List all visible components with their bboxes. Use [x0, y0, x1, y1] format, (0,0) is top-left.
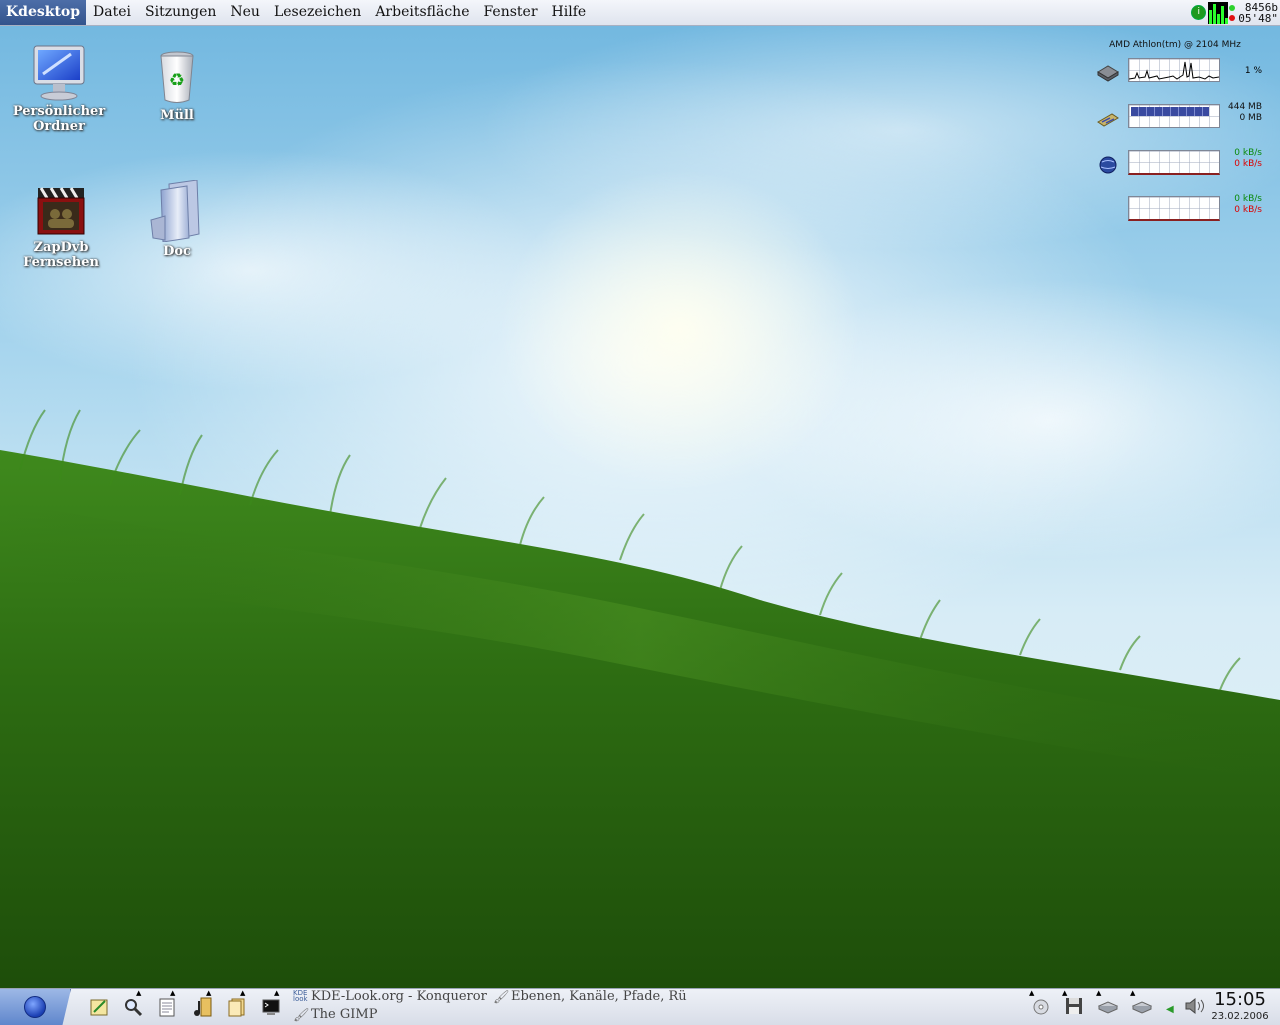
drawing-icon [90, 999, 108, 1016]
bottom-panel: ▲ ▲ ▲ ▲ ▲ KDE look KDE-Look.org - Konquero… [0, 988, 1280, 1025]
music-icon [194, 997, 212, 1017]
desktop-icon-label: Müll [160, 108, 194, 123]
clock-time: 15:05 [1214, 989, 1266, 1010]
desktop-icon-label: Fernsehen [23, 255, 99, 270]
cdrom-icon [1033, 999, 1049, 1015]
desktop-icon-doc[interactable]: Doc [127, 180, 227, 259]
arrow-left-icon: ◀ [1166, 1004, 1174, 1015]
arrow-up-icon: ▲ [206, 989, 212, 997]
clock[interactable]: 15:05 23.02.2006 [1208, 989, 1272, 1023]
notepad-icon [159, 998, 175, 1017]
tray-floppy[interactable]: ▲ [1062, 989, 1084, 1015]
status-dots-icon [1228, 2, 1236, 24]
arrow-up-icon: ▲ [170, 989, 176, 997]
cpu-chip-icon [1097, 65, 1119, 82]
menu-arbeitsflaeche[interactable]: Arbeitsfläche [368, 0, 476, 25]
arrow-up-icon: ▲ [136, 989, 142, 997]
menu-sitzungen[interactable]: Sitzungen [138, 0, 223, 25]
menu-fenster[interactable]: Fenster [476, 0, 544, 25]
trash-icon: ♻ [160, 51, 194, 103]
gimp-icon: 🖌 [293, 1008, 310, 1022]
tray-volume[interactable] [1184, 997, 1204, 1015]
quicklaunch-files[interactable]: ▲ [227, 989, 247, 1017]
gimp-icon: 🖌 [493, 990, 510, 1004]
menu-lesezeichen[interactable]: Lesezeichen [267, 0, 368, 25]
memory-values: 444 MB 0 MB [1228, 102, 1262, 123]
arrow-up-icon: ▲ [274, 989, 280, 997]
menu-hilfe[interactable]: Hilfe [545, 0, 594, 25]
network-monitor-2: 0 kB/s 0 kB/s [1090, 194, 1270, 240]
tray-collapse[interactable]: ◀ [1166, 997, 1178, 1015]
arrow-up-icon: ▲ [240, 989, 246, 997]
desktop-icon-label: Doc [163, 244, 191, 259]
network-graph-2 [1128, 196, 1220, 221]
desktop-icon-home[interactable]: Persönlicher Ordner [9, 44, 109, 134]
harddisk-icon [1131, 1001, 1153, 1014]
quicklaunch-editor[interactable] [90, 997, 110, 1017]
desktop-icon-zapdvb[interactable]: ZapDvb Fernsehen [11, 186, 111, 270]
wallpaper-grass [0, 409, 1280, 1024]
memory-graph [1128, 104, 1220, 128]
memory-monitor: 444 MB 0 MB [1090, 102, 1270, 148]
cpu-title: AMD Athlon(tm) @ 2104 MHz [1109, 40, 1241, 50]
menu-bar: Kdesktop Datei Sitzungen Neu Lesezeichen… [0, 0, 1280, 26]
kde-look-icon: KDE look [293, 989, 308, 1003]
desktop-icon-label: Ordner [33, 119, 85, 134]
quicklaunch-music[interactable]: ▲ [193, 989, 213, 1017]
arrow-up-icon: ▲ [1062, 989, 1068, 997]
tray-harddisk-2[interactable]: ▲ [1130, 989, 1153, 1015]
globe-icon [1099, 156, 1117, 174]
cpu-value: 1 % [1244, 66, 1262, 76]
network-graph-1 [1128, 150, 1220, 175]
quicklaunch-notes[interactable]: ▲ [157, 989, 177, 1017]
network-meter-icon[interactable] [1208, 1, 1229, 24]
harddisk-icon [1097, 1001, 1119, 1014]
task-gimp-layers[interactable]: 🖌Ebenen, Kanäle, Pfade, Rü [493, 989, 688, 1004]
floppy-icon [1066, 998, 1082, 1014]
clock-date: 23.02.2006 [1211, 1011, 1269, 1022]
tray-disc[interactable]: ▲ [1029, 989, 1051, 1015]
documents-icon [228, 998, 245, 1017]
quicklaunch-search[interactable]: ▲ [123, 989, 143, 1017]
network-values-1: 0 kB/s 0 kB/s [1234, 148, 1262, 169]
tray-counter: 8456b 05'48" [1238, 0, 1278, 25]
system-monitor: AMD Athlon(tm) @ 2104 MHz 1 % 444 MB 0 M… [1090, 40, 1270, 240]
desktop-icon-label: ZapDvb [33, 240, 89, 255]
info-icon[interactable]: i [1191, 5, 1207, 20]
folder-icon [150, 180, 200, 242]
quicklaunch-terminal[interactable]: ▲ [261, 989, 281, 1017]
k-menu-icon [24, 996, 46, 1018]
cpu-monitor: 1 % [1090, 56, 1270, 102]
arrow-up-icon: ▲ [1130, 989, 1136, 997]
task-konqueror[interactable]: KDE look KDE-Look.org - Konqueror [293, 989, 493, 1004]
tray-harddisk-1[interactable]: ▲ [1096, 989, 1119, 1015]
menu-datei[interactable]: Datei [86, 0, 138, 25]
arrow-up-icon: ▲ [1029, 989, 1035, 997]
desktop-icon-label: Persönlicher [12, 104, 106, 119]
network-monitor-1: 0 kB/s 0 kB/s [1090, 148, 1270, 194]
terminal-icon [262, 999, 280, 1015]
svg-text:♻: ♻ [169, 70, 185, 91]
memory-icon [1097, 113, 1119, 127]
tv-clapper-icon [37, 187, 85, 235]
k-menu-button[interactable] [0, 989, 71, 1025]
monitor-icon [33, 45, 85, 101]
arrow-up-icon: ▲ [1096, 989, 1102, 997]
network-values-2: 0 kB/s 0 kB/s [1234, 194, 1262, 215]
magnifier-icon [125, 999, 143, 1017]
menu-neu[interactable]: Neu [223, 0, 267, 25]
task-gimp[interactable]: 🖌The GIMP [293, 1007, 493, 1022]
menu-app-kdesktop[interactable]: Kdesktop [0, 0, 87, 25]
cpu-graph [1128, 58, 1220, 82]
desktop-icon-trash[interactable]: ♻ Müll [127, 50, 227, 123]
top-tray: i 8456b 05'48" [1191, 0, 1280, 25]
speaker-icon [1185, 997, 1204, 1015]
